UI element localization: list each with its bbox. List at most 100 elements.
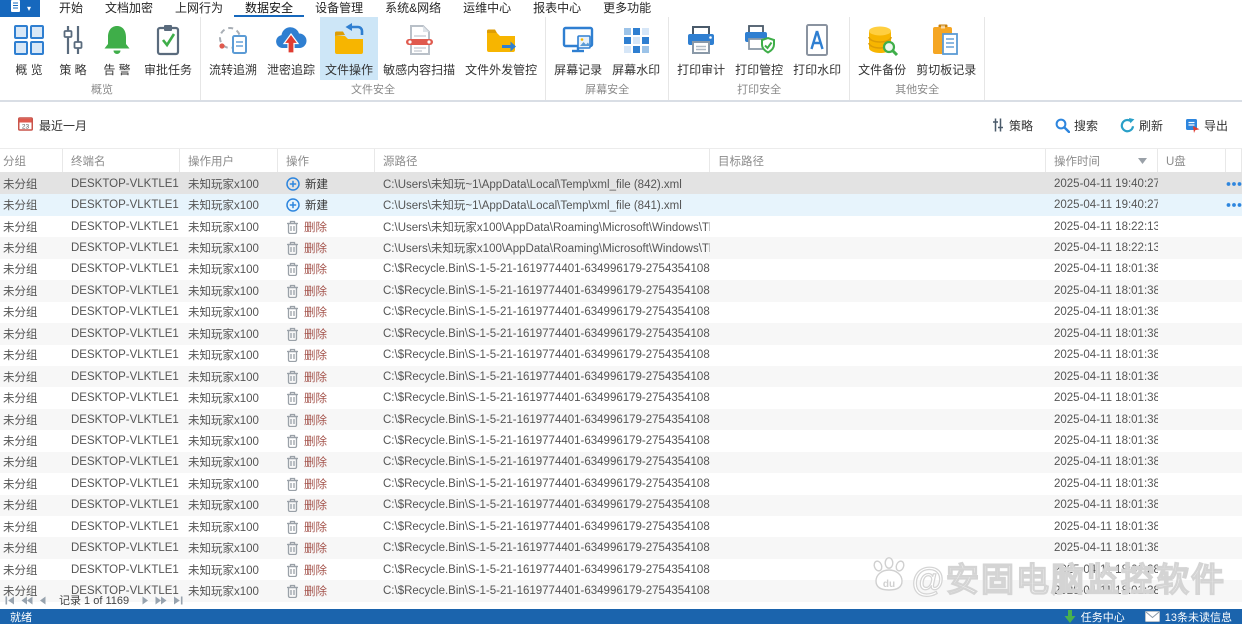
cell-operation: 删除 [278,497,375,513]
column-header-U盘[interactable]: U盘 [1158,149,1226,172]
column-header-操作[interactable]: 操作 [278,149,375,172]
table-row[interactable]: 未分组 DESKTOP-VLKTLE1 未知玩家x100 删除 C:\Users\未知玩… [0,237,1242,259]
table-row[interactable]: 未分组 DESKTOP-VLKTLE1 未知玩家x100 新建 C:\Users\未知玩… [0,173,1242,195]
menu-tabs: 开始 文档加密 上网行为 数据安全 设备管理 系统&网络 运维中心 报表中心 更多功能 [48,0,662,17]
ribbon-item-label: 流转追溯 [209,63,258,77]
table-row[interactable]: 未分组 DESKTOP-VLKTLE1 未知玩家x100 删除 C:\$Recycle.… [0,408,1242,431]
table-row[interactable]: 未分组 DESKTOP-VLKTLE1 未知玩家x100 删除 C:\Users\未知玩… [0,216,1242,237]
first-page-button[interactable] [5,596,15,605]
column-header-操作时间[interactable]: 操作时间 [1046,149,1158,172]
next-10-pages-button[interactable] [155,596,167,605]
column-header-目标路径[interactable]: 目标路径 [710,149,1046,172]
operation-label: 删除 [304,221,327,234]
ribbon-item-文件外发管控[interactable]: 文件外发管控 [460,17,542,80]
menu-tab-开始[interactable]: 开始 [48,0,94,17]
ribbon-item-屏幕记录[interactable]: 屏幕记录 [549,17,607,80]
ribbon-item-概 览[interactable]: 概 览 [7,17,51,80]
ribbon-group-label: 其他安全 [895,84,940,96]
table-row[interactable]: 未分组 DESKTOP-VLKTLE1 未知玩家x100 删除 C:\$Recycle.… [0,345,1242,366]
table-row[interactable]: 未分组 DESKTOP-VLKTLE1 未知玩家x100 删除 C:\$Recycle.… [0,559,1242,580]
date-range-filter[interactable]: 23 最近一月 [18,116,87,134]
app-menu-button[interactable]: ▾ [0,0,40,17]
table-row[interactable]: 未分组 DESKTOP-VLKTLE1 未知玩家x100 删除 C:\$Recycle.… [0,580,1242,602]
column-filter-dropdown-icon[interactable] [1138,157,1147,164]
cell-actions [1226,202,1242,208]
ribbon-item-剪切板记录[interactable]: 剪切板记录 [911,17,981,80]
ribbon-item-泄密追踪[interactable]: 泄密追踪 [262,17,320,80]
toolbar-action-刷新[interactable]: 刷新 [1120,117,1163,134]
next-page-button[interactable] [141,596,149,605]
cell-terminal-name: DESKTOP-VLKTLE1 [71,177,179,190]
column-header-label: 终端名 [71,155,106,168]
cell-operation: 删除 [278,347,375,363]
column-header-终端名[interactable]: 终端名 [63,149,180,172]
toolbar-action-搜索[interactable]: 搜索 [1055,117,1098,134]
cell-operation-time: 2025-04-11 18:01:38 [1054,349,1158,362]
ribbon-item-告 警[interactable]: 告 警 [95,17,139,80]
table-row[interactable]: 未分组 DESKTOP-VLKTLE1 未知玩家x100 删除 C:\$Recycle.… [0,280,1242,302]
toolbar-action-导出[interactable]: 导出 [1185,117,1228,134]
menu-tab-更多功能[interactable]: 更多功能 [592,0,662,17]
row-actions-button[interactable] [1226,181,1242,187]
table-row[interactable]: 未分组 DESKTOP-VLKTLE1 未知玩家x100 新建 C:\Users\未知玩… [0,194,1242,216]
ribbon-item-敏感内容扫描[interactable]: 敏感内容扫描 [378,17,460,80]
table-row[interactable]: 未分组 DESKTOP-VLKTLE1 未知玩家x100 删除 C:\$Recycle.… [0,451,1242,474]
toolbar-action-策略[interactable]: 策略 [991,117,1033,134]
cell-operation-time: 2025-04-11 19:40:27 [1054,199,1158,212]
table-row[interactable]: 未分组 DESKTOP-VLKTLE1 未知玩家x100 删除 C:\$Recycle.… [0,323,1242,345]
column-header-操作用户[interactable]: 操作用户 [180,149,278,172]
table-row[interactable]: 未分组 DESKTOP-VLKTLE1 未知玩家x100 删除 C:\$Recycle.… [0,387,1242,408]
cell-source-path: C:\$Recycle.Bin\S-1-5-21-1619774401-6349… [383,306,710,319]
cell-terminal-name: DESKTOP-VLKTLE1 [71,520,179,533]
cell-operation-user: 未知玩家x100 [188,178,259,191]
column-header-源路径[interactable]: 源路径 [375,149,710,172]
cell-operation: 删除 [278,412,375,428]
table-row[interactable]: 未分组 DESKTOP-VLKTLE1 未知玩家x100 删除 C:\$Recycle.… [0,302,1242,323]
ribbon-item-流转追溯[interactable]: 流转追溯 [204,17,262,80]
cell-group: 未分组 [3,285,38,298]
ribbon-item-屏幕水印[interactable]: 屏幕水印 [607,17,665,80]
menu-tab-上网行为[interactable]: 上网行为 [164,0,234,17]
cell-operation: 删除 [278,304,375,320]
menu-tab-数据安全[interactable]: 数据安全 [234,0,305,17]
table-row[interactable]: 未分组 DESKTOP-VLKTLE1 未知玩家x100 删除 C:\$Recycle.… [0,430,1242,451]
trash-icon [286,220,299,234]
ribbon-item-文件操作[interactable]: 文件操作 [320,17,379,80]
menu-tab-设备管理[interactable]: 设备管理 [304,0,374,17]
last-page-button[interactable] [173,596,183,605]
table-row[interactable]: 未分组 DESKTOP-VLKTLE1 未知玩家x100 删除 C:\$Recycle.… [0,473,1242,494]
table-row[interactable]: 未分组 DESKTOP-VLKTLE1 未知玩家x100 删除 C:\$Recycle.… [0,259,1242,280]
db-backup-icon [865,21,899,59]
ribbon-item-打印管控[interactable]: 打印管控 [730,17,788,80]
menu-tab-文档加密[interactable]: 文档加密 [94,0,164,17]
status-item-任务中心[interactable]: 任务中心 [1064,609,1125,625]
ribbon-item-审批任务[interactable]: 审批任务 [139,17,197,80]
table-row[interactable]: 未分组 DESKTOP-VLKTLE1 未知玩家x100 删除 C:\$Recycle.… [0,494,1242,516]
grid-body: 未分组 DESKTOP-VLKTLE1 未知玩家x100 新建 C:\Users\未知玩… [0,173,1242,609]
column-header-分组[interactable]: 分组 [0,149,63,172]
cell-operation-user: 未知玩家x100 [188,564,259,577]
ribbon-item-打印审计[interactable]: 打印审计 [672,17,730,80]
menu-tab-运维中心[interactable]: 运维中心 [452,0,522,17]
operation-label: 删除 [304,285,327,298]
menu-tab-系统&网络[interactable]: 系统&网络 [374,0,452,17]
task-arrow-icon [1064,610,1076,623]
table-row[interactable]: 未分组 DESKTOP-VLKTLE1 未知玩家x100 删除 C:\$Recycle.… [0,516,1242,537]
ribbon-item-策 略[interactable]: 策 略 [51,17,95,80]
prev-10-pages-button[interactable] [21,596,33,605]
prev-page-button[interactable] [39,596,47,605]
ribbon-item-文件备份[interactable]: 文件备份 [853,17,911,80]
column-header-actions[interactable] [1226,149,1242,172]
date-range-label: 最近一月 [39,118,88,133]
table-row[interactable]: 未分组 DESKTOP-VLKTLE1 未知玩家x100 删除 C:\$Recycle.… [0,365,1242,388]
menu-tab-报表中心[interactable]: 报表中心 [522,0,592,17]
row-actions-button[interactable] [1226,202,1242,208]
table-row[interactable]: 未分组 DESKTOP-VLKTLE1 未知玩家x100 删除 C:\$Recycle.… [0,537,1242,559]
operation-label: 删除 [304,264,327,277]
status-item-13条未读信息[interactable]: 13条未读信息 [1144,609,1232,625]
cell-operation: 删除 [278,476,375,492]
ribbon-item-打印水印[interactable]: 打印水印 [788,17,846,80]
cell-operation-time: 2025-04-11 18:01:38 [1054,413,1158,426]
cell-operation-user: 未知玩家x100 [188,243,259,256]
cell-group: 未分组 [3,243,38,256]
